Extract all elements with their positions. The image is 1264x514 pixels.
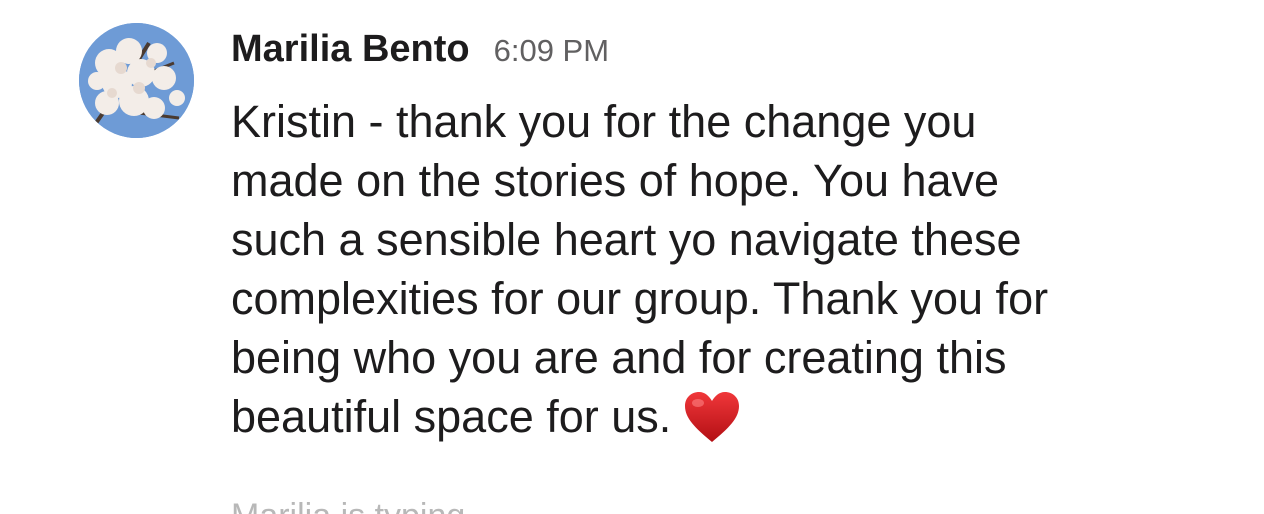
message-body: Kristin - thank you for the change you m… <box>231 92 1211 446</box>
message-line: such a sensible heart yo navigate these <box>231 214 1022 265</box>
message-line: complexities for our group. Thank you fo… <box>231 273 1049 324</box>
next-message-preview: Marilia is typing <box>231 497 465 514</box>
message-header: Marilia Bento 6:09 PM <box>231 28 609 74</box>
red-heart-icon <box>685 392 740 442</box>
message-line: made on the stories of hope. You have <box>231 155 1000 206</box>
message-timestamp[interactable]: 6:09 PM <box>494 33 609 69</box>
author-name[interactable]: Marilia Bento <box>231 28 470 71</box>
message-line: Kristin - thank you for the change you <box>231 96 977 147</box>
message-line: being who you are and for creating this <box>231 332 1007 383</box>
message-line-text: beautiful space for us. <box>231 391 672 442</box>
cherry-blossom-avatar-icon <box>79 23 194 138</box>
user-avatar[interactable] <box>79 23 194 138</box>
chat-message: Marilia Bento 6:09 PM Kristin - thank yo… <box>0 0 1264 514</box>
message-last-line: beautiful space for us. <box>231 387 1211 446</box>
